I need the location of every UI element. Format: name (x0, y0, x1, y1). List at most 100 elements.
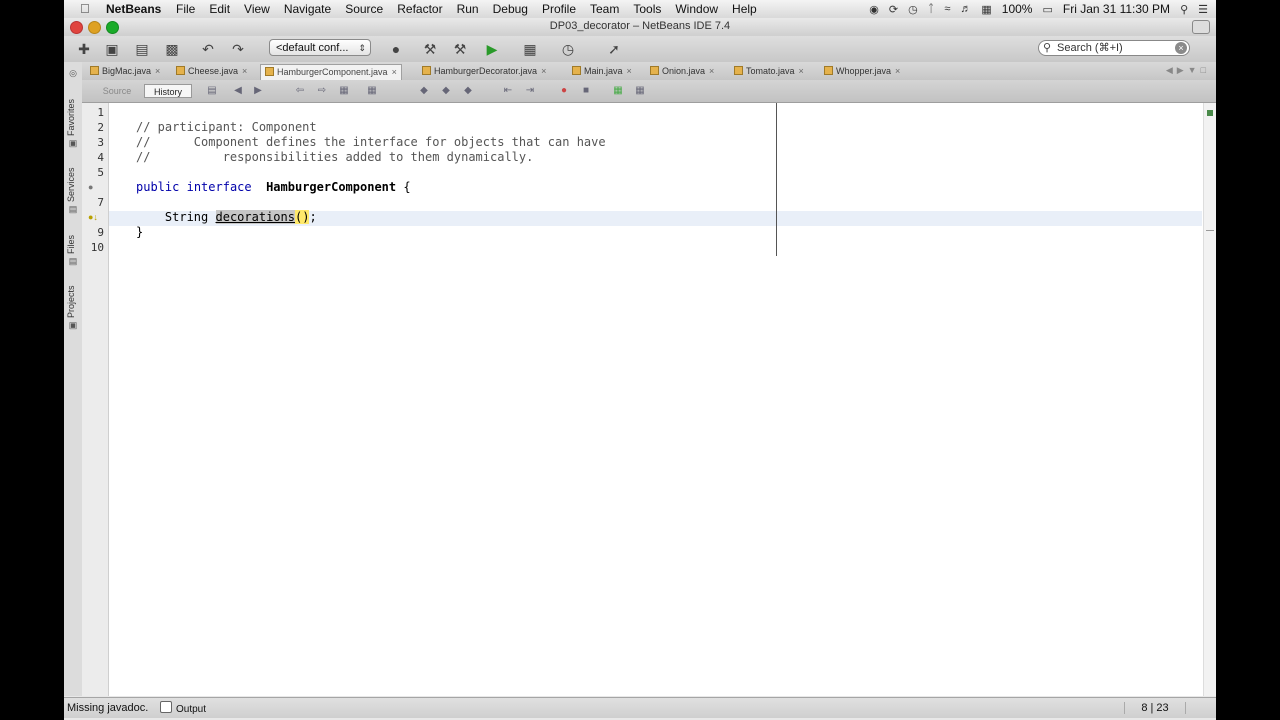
shift-left-icon[interactable]: ⇤ (502, 85, 514, 97)
close-tab-icon[interactable]: × (627, 66, 632, 76)
search-field[interactable]: ⚲ Search (⌘+I) × (1038, 40, 1190, 56)
debug-icon[interactable]: ▦ (520, 39, 540, 59)
implemented-marker-icon[interactable]: ● (88, 182, 93, 192)
output-window-button[interactable]: Output (160, 701, 206, 715)
find-previous-icon[interactable]: ⇦ (294, 85, 306, 97)
close-tab-icon[interactable]: × (895, 66, 900, 76)
close-tab-icon[interactable]: × (709, 66, 714, 76)
find-next-icon[interactable]: ⇨ (316, 85, 328, 97)
lightbulb-hint-icon[interactable]: ●↓ (88, 212, 98, 222)
find-selection-icon[interactable]: ▦ (338, 85, 350, 97)
prev-bookmark-icon[interactable]: ◆ (418, 85, 430, 97)
line-number: 3 (97, 136, 104, 149)
java-file-icon (90, 66, 99, 75)
build-hammer-icon[interactable]: ⚒ (420, 39, 440, 59)
sidetab-projects[interactable]: Projects (66, 278, 80, 318)
tab-hamburgerdecorator[interactable]: HamburgerDecorator.java × (422, 64, 546, 79)
error-stripe[interactable] (1203, 103, 1216, 696)
highlight-toggle-icon[interactable]: ▦ (366, 85, 378, 97)
menu-file[interactable]: File (176, 2, 195, 16)
tab-onion[interactable]: Onion.java × (650, 64, 714, 79)
comment-icon[interactable]: ▦ (612, 85, 624, 97)
open-project-icon[interactable]: ▤ (132, 39, 152, 59)
last-edit-icon[interactable]: ▤ (206, 85, 218, 97)
sidetab-services[interactable]: Services (66, 162, 80, 202)
stripe-marker[interactable] (1206, 230, 1214, 231)
shift-right-icon[interactable]: ⇥ (524, 85, 536, 97)
tab-bigmac[interactable]: BigMac.java × (90, 64, 160, 79)
menu-navigate[interactable]: Navigate (284, 2, 331, 16)
tab-tomato[interactable]: Tomato.java × (734, 64, 804, 79)
clock[interactable]: Fri Jan 31 11:30 PM (1063, 2, 1170, 16)
menu-help[interactable]: Help (732, 2, 757, 16)
time-machine-icon[interactable]: ◷ (908, 3, 918, 16)
editor-toolbar: Source History ▤ ◀ ▶ ⇦ ⇨ ▦ ▦ ◆ ◆ ◆ ⇤ ⇥ ●… (82, 80, 1216, 103)
pin-icon[interactable]: ➚ (604, 39, 624, 59)
menu-run[interactable]: Run (457, 2, 479, 16)
run-icon[interactable]: ▶ (482, 39, 502, 59)
sidetab-files[interactable]: Files (66, 228, 80, 254)
battery-indicator[interactable]: 100% (1002, 2, 1033, 16)
line-number: 9 (97, 226, 104, 239)
tab-cheese[interactable]: Cheese.java × (176, 64, 247, 79)
save-all-icon[interactable]: ▩ (162, 39, 182, 59)
menu-window[interactable]: Window (675, 2, 718, 16)
clean-build-icon[interactable]: ⚒ (450, 39, 470, 59)
tab-hamburgercomponent[interactable]: HamburgerComponent.java × (260, 64, 402, 80)
redo-icon[interactable]: ↷ (228, 39, 248, 59)
menu-view[interactable]: View (244, 2, 270, 16)
back-icon[interactable]: ◀ (232, 85, 244, 97)
new-project-icon[interactable]: ▣ (102, 39, 122, 59)
menu-refactor[interactable]: Refactor (397, 2, 442, 16)
caret-position[interactable]: 8 | 23 (1124, 702, 1186, 714)
search-icon: ⚲ (1043, 42, 1052, 54)
close-tab-icon[interactable]: × (799, 66, 804, 76)
clear-search-icon[interactable]: × (1175, 42, 1187, 54)
close-tab-icon[interactable]: × (392, 67, 397, 77)
next-bookmark-icon[interactable]: ◆ (440, 85, 452, 97)
sync-icon[interactable]: ⟳ (889, 3, 898, 16)
forward-icon[interactable]: ▶ (252, 85, 264, 97)
toggle-bookmark-icon[interactable]: ◆ (462, 85, 474, 97)
spotlight-icon[interactable]: ⚲ (1180, 3, 1188, 16)
code-editor[interactable]: 1 2 3 4 5 ● 7 ●↓ 9 10 // participant: Co… (82, 103, 1216, 696)
close-tab-icon[interactable]: × (541, 66, 546, 76)
tab-whopper[interactable]: Whopper.java × (824, 64, 900, 79)
tab-main[interactable]: Main.java × (572, 64, 632, 79)
menu-team[interactable]: Team (590, 2, 619, 16)
minimized-window-icon[interactable]: ◎ (67, 68, 79, 78)
menu-debug[interactable]: Debug (493, 2, 528, 16)
profile-icon[interactable]: ◷ (558, 39, 578, 59)
tab-navigation-icons[interactable]: ◀▶▼□ (1166, 65, 1210, 76)
line-number: 2 (97, 121, 104, 134)
start-macro-icon[interactable]: ● (558, 85, 570, 97)
line-number-gutter[interactable]: 1 2 3 4 5 ● 7 ●↓ 9 10 (82, 103, 109, 696)
app-menu[interactable]: NetBeans (106, 2, 161, 16)
menu-edit[interactable]: Edit (209, 2, 230, 16)
close-tab-icon[interactable]: × (242, 66, 247, 76)
apple-icon[interactable]:  (80, 1, 90, 16)
java-file-icon (572, 66, 581, 75)
configuration-select[interactable]: <default conf... ⇕ (269, 39, 371, 56)
menu-tools[interactable]: Tools (633, 2, 661, 16)
wifi-icon[interactable]: ≈ (944, 3, 950, 15)
volume-icon[interactable]: ♬ (960, 3, 971, 15)
sidetab-favorites[interactable]: Favorites (66, 92, 80, 136)
matched-parens: () (294, 210, 310, 224)
notification-center-icon[interactable]: ☰ (1198, 3, 1208, 16)
record-icon[interactable]: ◉ (869, 3, 879, 16)
uncomment-icon[interactable]: ▦ (634, 85, 646, 97)
globe-icon[interactable]: ● (386, 39, 406, 59)
undo-icon[interactable]: ↶ (198, 39, 218, 59)
close-tab-icon[interactable]: × (155, 66, 160, 76)
highlighted-identifier[interactable]: decorations (215, 210, 295, 224)
menu-profile[interactable]: Profile (542, 2, 576, 16)
bluetooth-icon[interactable]: ᛏ (928, 3, 935, 15)
stop-macro-icon[interactable]: ■ (580, 85, 592, 97)
source-view-button[interactable]: Source (92, 84, 142, 98)
new-file-icon[interactable]: ✚ (74, 39, 94, 59)
history-view-button[interactable]: History (144, 84, 192, 98)
fullscreen-button[interactable] (1192, 20, 1210, 34)
menu-source[interactable]: Source (345, 2, 383, 16)
flag-icon[interactable]: ▦ (981, 3, 991, 16)
